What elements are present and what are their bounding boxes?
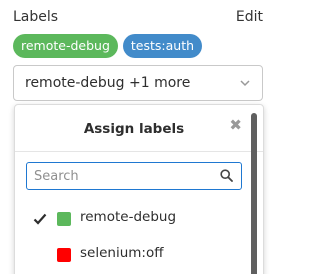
labels-dropdown-button[interactable]: remote-debug +1 more [13,65,263,101]
assign-labels-dropdown-panel: Assign labels ✖ remote-debug selenium:of… [14,104,264,274]
check-icon [33,213,47,225]
label-color-swatch [57,248,71,262]
panel-header: Assign labels ✖ [15,105,263,152]
panel-scrollbar[interactable] [251,113,257,274]
label-badge-tests-auth[interactable]: tests:auth [122,34,203,58]
labels-sidebar-block: Labels Edit remote-debug tests:auth remo… [0,0,274,274]
selected-labels: remote-debug tests:auth [13,34,203,58]
edit-labels-link[interactable]: Edit [236,9,263,25]
labels-heading: Labels [13,9,59,25]
label-search-field[interactable] [26,162,242,190]
label-option-text: selenium:off [80,245,164,261]
chevron-down-icon [240,80,250,87]
label-option-text: remote-debug [80,209,177,225]
label-option-remote-debug[interactable]: remote-debug [15,208,245,232]
dropdown-button-text: remote-debug +1 more [25,75,191,91]
search-input[interactable] [27,163,214,189]
label-badge-remote-debug[interactable]: remote-debug [13,34,118,58]
label-color-swatch [57,212,71,226]
label-option-selenium-off[interactable]: selenium:off [15,244,245,268]
panel-title: Assign labels [83,121,185,137]
search-icon [220,169,233,182]
close-icon[interactable]: ✖ [229,116,242,134]
